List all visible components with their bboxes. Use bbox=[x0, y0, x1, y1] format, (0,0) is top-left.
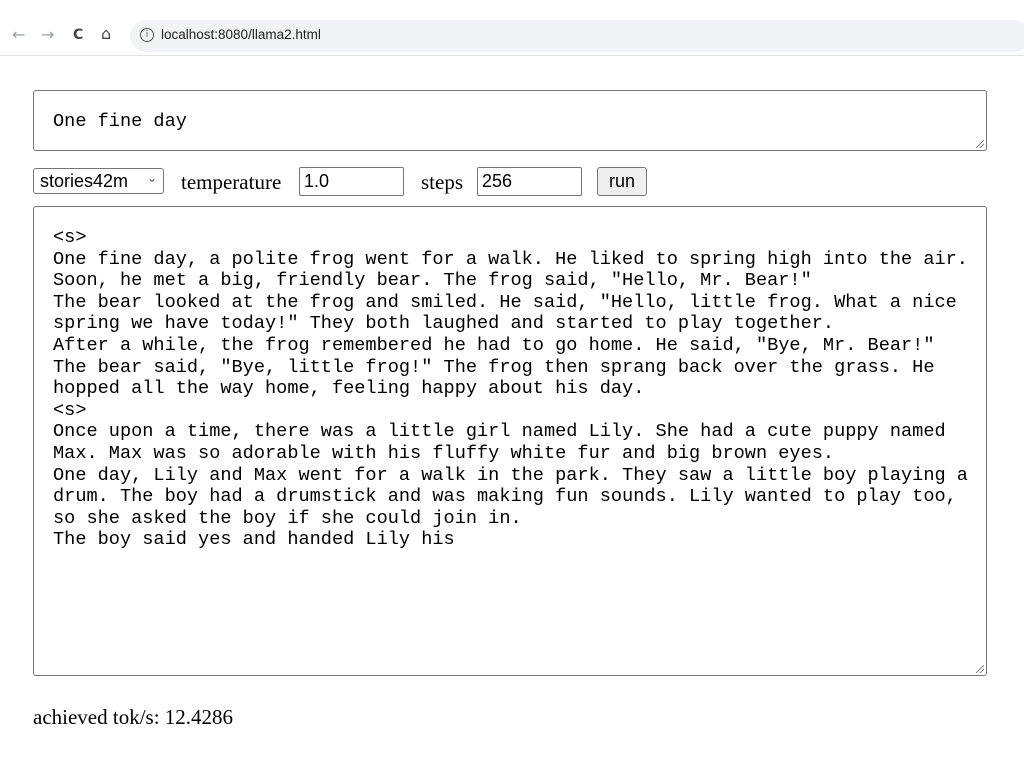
resize-handle-icon[interactable] bbox=[976, 140, 984, 148]
url-text[interactable]: localhost:8080/llama2.html bbox=[161, 27, 321, 42]
steps-label: steps bbox=[421, 170, 463, 194]
model-select-value: stories42m bbox=[40, 171, 129, 191]
info-icon[interactable]: i bbox=[140, 28, 154, 42]
model-select[interactable]: stories42m ⌄ bbox=[33, 168, 164, 194]
temperature-input[interactable]: 1.0 bbox=[299, 167, 404, 196]
tokens-per-second: achieved tok/s: 12.4286 bbox=[33, 705, 234, 729]
prompt-text[interactable]: One fine day bbox=[53, 111, 187, 133]
reload-icon[interactable]: C bbox=[73, 26, 83, 44]
forward-icon[interactable]: → bbox=[41, 26, 54, 44]
browser-toolbar: ← → C ⌂ i localhost:8080/llama2.html bbox=[0, 0, 1024, 56]
run-button[interactable]: run bbox=[597, 167, 647, 196]
address-bar[interactable]: i localhost:8080/llama2.html bbox=[130, 20, 1024, 52]
home-icon[interactable]: ⌂ bbox=[101, 25, 111, 43]
steps-input[interactable]: 256 bbox=[477, 167, 582, 196]
output-textarea[interactable]: <s> One fine day, a polite frog went for… bbox=[33, 206, 987, 676]
back-icon[interactable]: ← bbox=[12, 26, 25, 44]
output-text[interactable]: <s> One fine day, a polite frog went for… bbox=[53, 227, 973, 551]
temperature-label: temperature bbox=[181, 170, 282, 194]
prompt-textarea[interactable]: One fine day bbox=[33, 90, 987, 151]
chevron-down-icon: ⌄ bbox=[146, 171, 157, 185]
resize-handle-icon[interactable] bbox=[976, 665, 984, 673]
